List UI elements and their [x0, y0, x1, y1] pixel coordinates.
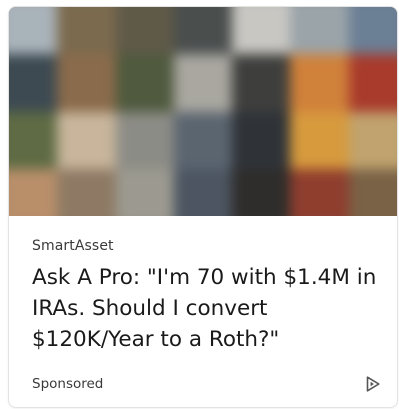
- sponsored-article-card[interactable]: SmartAsset Ask A Pro: "I'm 70 with $1.4M…: [9, 7, 397, 407]
- thumbnail-tile: [173, 111, 233, 169]
- thumbnail-tile: [115, 7, 174, 55]
- thumbnail-tile: [115, 168, 174, 216]
- thumbnail-tile: [173, 168, 233, 216]
- thumbnail-tile: [348, 111, 397, 169]
- thumbnail-tile: [348, 168, 397, 216]
- thumbnail-tile: [232, 54, 291, 112]
- thumbnail-tile: [9, 54, 58, 112]
- thumbnail-tile: [173, 54, 233, 112]
- card-body: SmartAsset Ask A Pro: "I'm 70 with $1.4M…: [9, 216, 397, 407]
- thumbnail-tile: [232, 168, 291, 216]
- article-headline[interactable]: Ask A Pro: "I'm 70 with $1.4M in IRAs. S…: [32, 262, 382, 355]
- thumbnail-tile: [173, 7, 233, 55]
- thumbnail-tile: [9, 7, 58, 55]
- thumbnail-tile: [57, 7, 116, 55]
- thumbnail-tile: [290, 168, 349, 216]
- thumbnail-tile: [115, 54, 174, 112]
- publisher-name: SmartAsset: [32, 238, 114, 254]
- article-thumbnail[interactable]: [9, 7, 397, 216]
- thumbnail-tile: [232, 111, 291, 169]
- thumbnail-tile: [290, 54, 349, 112]
- thumbnail-tile: [57, 54, 116, 112]
- thumbnail-tile: [348, 7, 397, 55]
- thumbnail-tile: [9, 168, 58, 216]
- thumbnail-tile: [115, 111, 174, 169]
- thumbnail-mosaic: [9, 7, 397, 216]
- thumbnail-tile: [9, 111, 58, 169]
- thumbnail-tile: [348, 54, 397, 112]
- thumbnail-tile: [232, 7, 291, 55]
- thumbnail-tile: [57, 168, 116, 216]
- card-footer: Sponsored: [32, 374, 383, 394]
- thumbnail-tile: [290, 7, 349, 55]
- play-triangle-outline-icon[interactable]: [363, 374, 383, 394]
- sponsored-label: Sponsored: [32, 376, 104, 392]
- thumbnail-tile: [57, 111, 116, 169]
- thumbnail-tile: [290, 111, 349, 169]
